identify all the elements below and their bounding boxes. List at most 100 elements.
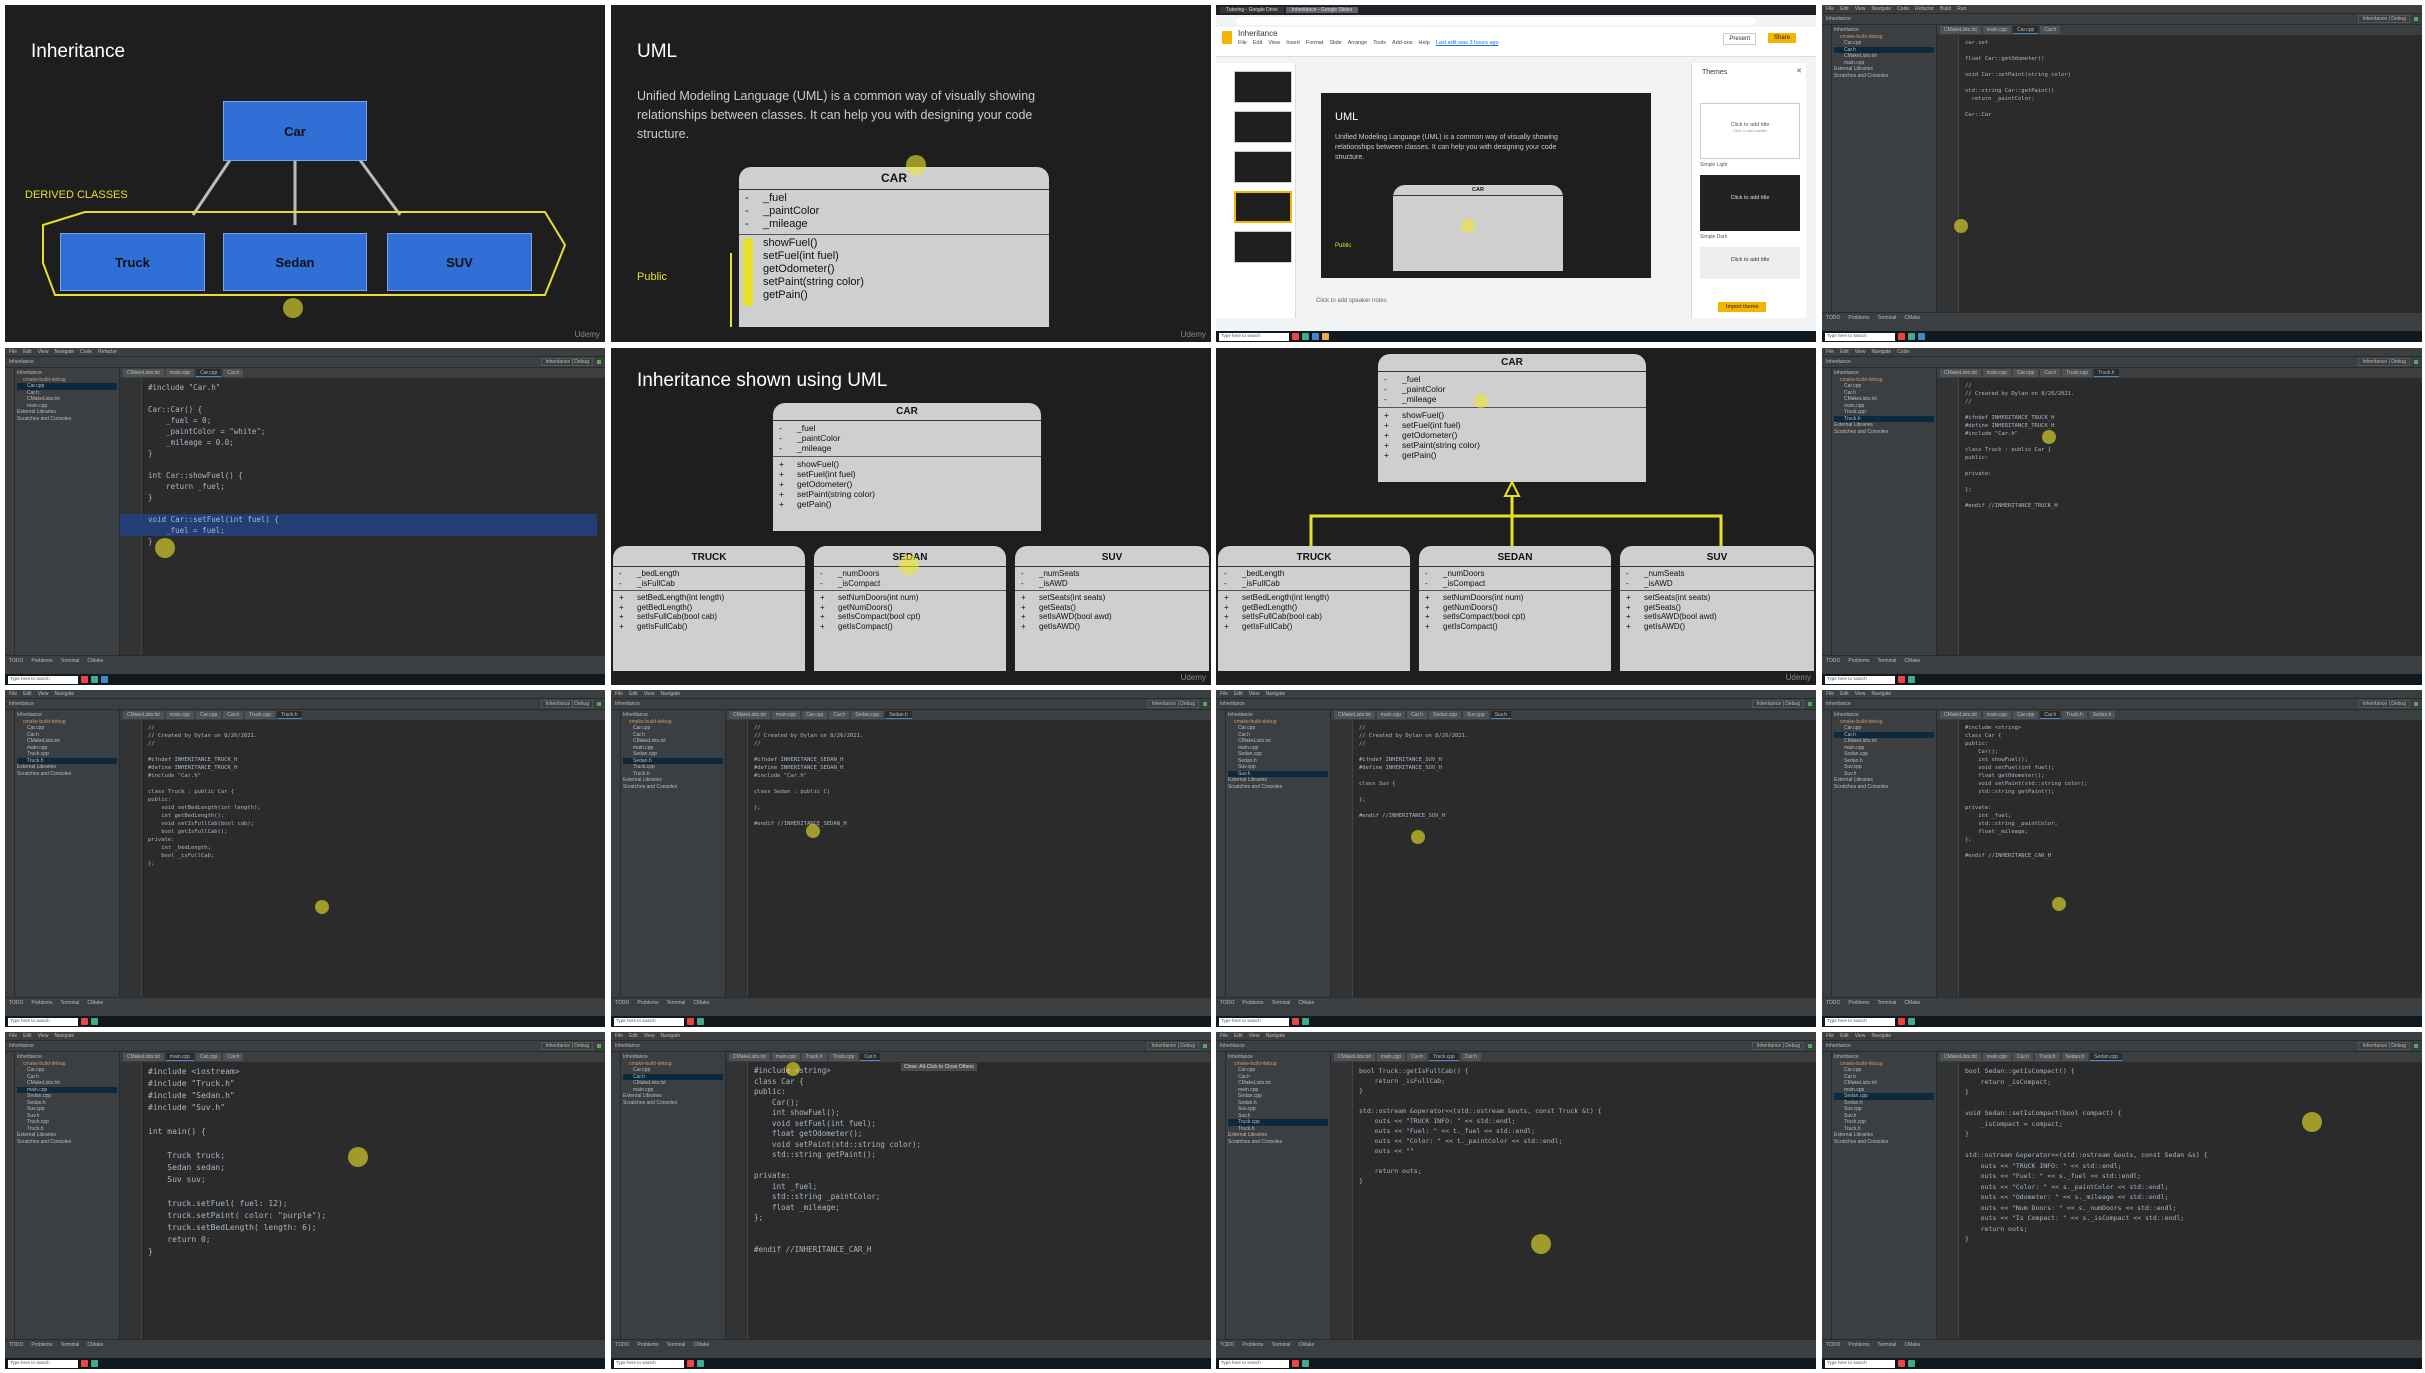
code-editor[interactable]: #include <iostream> #include "Truck.h" #…: [120, 1062, 597, 1339]
tab-tooltip: Close. Alt-Click to Close Others: [901, 1063, 977, 1071]
slide-thumb[interactable]: [1234, 111, 1292, 143]
run-icon[interactable]: [1808, 702, 1812, 706]
code-editor[interactable]: #include "Car.h" Car::Car() { _fuel = 0;…: [120, 378, 597, 655]
code-editor[interactable]: bool Sedan::getIsCompact() { return _isC…: [1937, 1062, 2414, 1339]
theme-name: Simple Light: [1700, 162, 1728, 168]
menu-view[interactable]: View: [1268, 40, 1280, 46]
uml-method: +getOdometer(): [745, 262, 835, 275]
browser-tab[interactable]: Tutoring - Google Drive: [1220, 7, 1284, 13]
run-icon[interactable]: [2414, 17, 2418, 21]
address-bar[interactable]: [1236, 17, 1756, 25]
theme-card[interactable]: Click to add title Click to add subtitle: [1700, 103, 1800, 159]
menu-tools[interactable]: Tools: [1373, 40, 1386, 46]
uml-field: - _mileage: [745, 218, 808, 231]
uml-methods: +showFuel() +setFuel(int fuel) +getOdome…: [739, 235, 1049, 306]
tile-ide-car-cpp: File Edit View Navigate Code Refactor Build Run…: [1822, 5, 2422, 342]
slides-logo-icon: [1222, 31, 1232, 44]
ide-menu: File Edit View Navigate Code Refactor Build Run: [1822, 5, 2422, 14]
slide-thumb[interactable]: [1234, 151, 1292, 183]
project-tree: Inheritance cmake-build-debug Car.cpp Car.h…: [15, 368, 120, 655]
present-button[interactable]: Present: [1723, 33, 1756, 45]
sedan-box: Sedan: [223, 233, 367, 291]
code-editor[interactable]: // // Created by Dylan on 8/26/2021. // …: [1937, 378, 2414, 655]
canvas-body: Unified Modeling Language (UML) is a com…: [1335, 134, 1558, 161]
status-bar: [1822, 323, 2422, 331]
slide-thumb[interactable]: [1234, 231, 1292, 263]
run-icon[interactable]: [597, 702, 601, 706]
tile-ide-truck-cpp-operator: File Edit View Navigate Inheritance Inherita…: [1216, 1032, 1816, 1369]
canvas-uml: CAR: [1393, 185, 1563, 271]
watermark: Udemy: [1180, 330, 1206, 339]
uml-method: +showFuel(): [745, 236, 818, 249]
menu-slide[interactable]: Slide: [1329, 40, 1341, 46]
run-icon[interactable]: [597, 1044, 601, 1048]
share-button[interactable]: Share: [1767, 33, 1796, 43]
code-editor[interactable]: // // Created by Dylan on 8/26/2021. // …: [120, 720, 597, 997]
run-icon[interactable]: [597, 360, 601, 364]
project-tree: Inheritance cmake-build-debug Car.cpp Car.h…: [1226, 710, 1331, 997]
speaker-notes[interactable]: Click to add speaker notes: [1316, 298, 1387, 304]
public-label: Public: [637, 271, 667, 283]
code-text: car.set float Car::getOdometer() void Ca…: [1965, 40, 2071, 118]
tile-slide-uml: UML Unified Modeling Language (UML) is a…: [611, 5, 1211, 342]
slide-thumb[interactable]: [1234, 71, 1292, 103]
uml-truck: TRUCK - _bedLength - _isFullCab + setBedLeng…: [1218, 546, 1410, 671]
code-editor[interactable]: #include <string> class Car { public: Ca…: [726, 1062, 1203, 1339]
tile-ide-suv-h: File Edit View Navigate Inheritance Inherita…: [1216, 690, 1816, 1027]
tile-ide-car-h: File Edit View Navigate Inheritance Inherita…: [1822, 690, 2422, 1027]
project-tree: Inheritance cmake-build-debug Car.cpp Car.h…: [1832, 1052, 1937, 1339]
menu-arrange[interactable]: Arrange: [1348, 40, 1368, 46]
theme-card[interactable]: Click to add title: [1700, 247, 1800, 279]
watermark: Udemy: [574, 330, 600, 339]
theme-card[interactable]: Click to add title: [1700, 175, 1800, 231]
slide-title: Inheritance shown using UML: [637, 370, 888, 391]
suv-box: SUV: [387, 233, 532, 291]
last-edit[interactable]: Last edit was 3 hours ago: [1436, 40, 1499, 46]
uml-field: - _fuel: [745, 192, 787, 204]
cursor-highlight: [906, 155, 926, 175]
car-box: Car: [223, 101, 367, 161]
doc-title[interactable]: Inheritance: [1238, 29, 1278, 38]
run-icon[interactable]: [1808, 1044, 1812, 1048]
tile-slide-inheritance: Inheritance Car DERIVED CLASSES Truck Se…: [5, 5, 605, 342]
cursor-highlight: [1461, 219, 1475, 233]
browser-tabbar: Tutoring - Google Drive Inheritance - Go…: [1216, 5, 1816, 15]
code-editor[interactable]: car.set float Car::getOdometer() void Ca…: [1937, 35, 2414, 312]
menu-help[interactable]: Help: [1419, 40, 1430, 46]
code-editor[interactable]: // // Created by Dylan on 8/26/2021. // …: [1331, 720, 1808, 997]
code-editor[interactable]: bool Truck::getIsFullCab() { return _isF…: [1331, 1062, 1808, 1339]
run-config[interactable]: Inheritance | Debug: [2358, 15, 2410, 23]
slide-canvas[interactable]: UML Unified Modeling Language (UML) is a…: [1321, 93, 1651, 278]
doc-header: Inheritance File Edit View Insert Format…: [1216, 27, 1816, 57]
derived-classes-label: DERIVED CLASSES: [25, 189, 128, 201]
close-icon[interactable]: ✕: [1796, 67, 1802, 75]
run-icon[interactable]: [1203, 1044, 1207, 1048]
tile-ide-main-cpp: File Edit View Navigate Inheritance Inherita…: [5, 1032, 605, 1369]
slide-thumb-selected[interactable]: [1234, 191, 1292, 223]
tile-ide-sedan-cpp-operator: File Edit View Navigate Inheritance Inherita…: [1822, 1032, 2422, 1369]
run-icon[interactable]: [2414, 702, 2418, 706]
menu-file[interactable]: File: [1238, 40, 1247, 46]
uml-truck: TRUCK - _bedLength - _isFullCab + setBedLeng…: [613, 546, 805, 671]
themes-title: Themes: [1702, 69, 1728, 76]
editor-tabs: CMakeLists.txt main.cpp Car.cpp Car.h: [1937, 25, 2422, 35]
menu-addons[interactable]: Add-ons: [1392, 40, 1413, 46]
taskbar: Type here to search: [1822, 331, 2422, 342]
tile-ide-truck-h: File Edit View Navigate Code Inheritance Inhe…: [1822, 348, 2422, 685]
code-editor[interactable]: // // Created by Dylan on 8/26/2021. // …: [726, 720, 1203, 997]
code-editor[interactable]: #include <string> class Car { public: Ca…: [1937, 720, 2414, 997]
canvas-title: UML: [1335, 111, 1359, 123]
run-icon[interactable]: [2414, 360, 2418, 364]
run-icon[interactable]: [2414, 1044, 2418, 1048]
menu-insert[interactable]: Insert: [1286, 40, 1300, 46]
uml-class-name: CAR: [739, 167, 1049, 190]
import-theme-button[interactable]: Import theme: [1718, 302, 1767, 312]
taskbar: Type here to search: [1216, 331, 1816, 342]
taskbar-search[interactable]: Type here to search: [1219, 332, 1289, 341]
menu-format[interactable]: Format: [1306, 40, 1323, 46]
run-icon[interactable]: [1203, 702, 1207, 706]
browser-tab[interactable]: Inheritance - Google Slides: [1285, 7, 1359, 13]
project-tree: Inheritance cmake-build-debug Car.cpp Car.h…: [15, 710, 120, 997]
menu-edit[interactable]: Edit: [1253, 40, 1262, 46]
project-tree: Inheritance cmake-build-debug Car.cpp Car.h…: [621, 1052, 726, 1339]
